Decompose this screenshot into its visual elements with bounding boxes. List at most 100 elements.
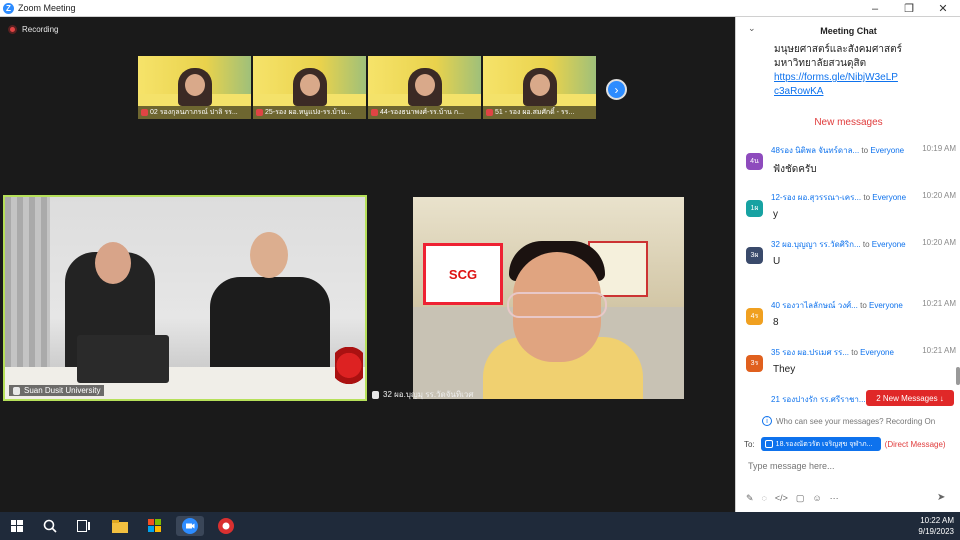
avatar: 3ผ [746, 247, 763, 264]
windows-start-icon[interactable] [7, 516, 27, 536]
recorder-icon[interactable] [216, 516, 236, 536]
mic-muted-icon [371, 109, 378, 116]
participant-face [300, 74, 320, 96]
form-link-continued[interactable]: c3aRowKA [774, 85, 954, 99]
participant-face [415, 74, 435, 96]
avatar: 4ร [746, 308, 763, 325]
clock-date: 9/19/2023 [918, 527, 954, 536]
next-page-arrow-icon[interactable]: › [606, 79, 627, 100]
speaker-1-face [95, 242, 131, 284]
recipient-label: Everyone [872, 193, 907, 202]
thumbnail-strip: 02 รองกุลนภาภรณ์ ปาลิ รร... 25-รอง ผอ.หน… [138, 56, 596, 119]
mic-muted-icon [256, 109, 263, 116]
file-icon[interactable]: ▢ [796, 493, 805, 504]
message-meta: 48รอง นิติพล จันทร์ดาล... to Everyone 10… [771, 144, 956, 157]
flower-bouquet [335, 347, 363, 393]
tile-name: Suan Dusit University [24, 386, 101, 395]
participant-thumbnail[interactable]: 44-รองธนาพงศ์-รร.บ้าน ก... [368, 56, 481, 119]
participant-face [530, 74, 550, 96]
close-button[interactable]: ✕ [926, 0, 960, 17]
restore-button[interactable]: ❐ [892, 0, 926, 17]
chat-panel: ⌄ Meeting Chat มนุษยศาสตร์และสังคมศาสตร์… [735, 17, 960, 512]
thumbnail-namebar: 51 - รอง ผอ.สมศักดิ์ - รร... [483, 106, 596, 119]
avatar: 4น [746, 153, 763, 170]
recipient-dropdown[interactable]: 18.รองณัตวรัต เจริญสุข จุฬาภ... [760, 437, 881, 451]
who-can-see-link[interactable]: i Who can see your messages? Recording O… [762, 416, 935, 426]
message-meta: 12-รอง ผอ.สุวรรณา-เคร... to Everyone 10:… [771, 191, 956, 204]
thumbnail-namebar: 02 รองกุลนภาภรณ์ ปาลิ รร... [138, 106, 251, 119]
task-view-icon[interactable] [74, 516, 94, 536]
new-messages-button[interactable]: 2 New Messages ↓ [866, 390, 954, 406]
avatar: 3ร [746, 355, 763, 372]
zoom-taskbar-icon[interactable] [176, 516, 204, 536]
thumbnail-name: 44-รองธนาพงศ์-รร.บ้าน ก... [380, 109, 464, 116]
system-clock[interactable]: 10:22 AM 9/19/2023 [918, 515, 954, 537]
participant-face [185, 74, 205, 96]
mic-muted-icon [141, 109, 148, 116]
participant-thumbnail[interactable]: 02 รองกุลนภาภรณ์ ปาลิ รร... [138, 56, 251, 119]
sender-name: 40 รองวาไลลักษณ์ วงศ์... [771, 301, 858, 310]
sender-name: 48รอง นิติพล จันทร์ดาล... [771, 146, 860, 155]
recipient-label: Everyone [871, 240, 906, 249]
screenshot-icon[interactable]: ◌ [762, 493, 767, 504]
sender-name: 21 รองปางรัก รร.ศรีราชา... [771, 395, 866, 404]
emoji-icon[interactable]: ☺ [812, 493, 821, 504]
thumbnail-namebar: 25-รอง ผอ.หนูแปง-รร.บ้าน... [253, 106, 366, 119]
message-text: 8 [773, 317, 779, 328]
message-time: 10:20 AM [920, 191, 956, 200]
sender-name: 35 รอง ผอ.ปรเมศ รร... [771, 348, 850, 357]
chat-scrollbar[interactable] [956, 367, 960, 385]
chat-title: Meeting Chat [820, 26, 877, 36]
participant-tile[interactable]: SCG [413, 197, 684, 399]
glasses [507, 292, 607, 318]
minimize-button[interactable]: – [858, 0, 892, 17]
mic-icon [13, 386, 20, 395]
message-input[interactable] [748, 457, 948, 475]
recording-indicator[interactable]: Recording [8, 25, 58, 34]
who-can-see-text: Who can see your messages? Recording On [776, 416, 936, 426]
previous-message: มนุษยศาสตร์และสังคมศาสตร์ มหาวิทยาลัยสวน… [774, 43, 954, 99]
tile-name-overlay: 32 ผอ.บุญมุ รร.วัดจันทิเวศ [372, 388, 473, 401]
message-text: y [773, 209, 778, 220]
recipient-label: Everyone [870, 146, 905, 155]
format-icon[interactable]: ✎ [746, 493, 754, 504]
chat-header: ⌄ Meeting Chat [736, 17, 960, 45]
thumbnail-name: 25-รอง ผอ.หนูแปง-รร.บ้าน... [265, 109, 352, 116]
mic-muted-icon [486, 109, 493, 116]
laptop [77, 335, 169, 383]
to-label: to [860, 301, 867, 310]
message-time: 10:19 AM [920, 144, 956, 153]
sender-name: 32 ผอ.บุญญา รร.วัดศิริก... [771, 240, 861, 249]
message-time: 10:21 AM [920, 346, 956, 355]
chat-toolbar: ✎ ◌ </> ▢ ☺ ⋯ [746, 493, 839, 504]
recipient-label: Everyone [869, 301, 903, 310]
message-time: 10:20 AM [920, 238, 956, 247]
search-icon[interactable] [40, 516, 60, 536]
window-titlebar: Z Zoom Meeting – ❐ ✕ [0, 0, 960, 17]
message-meta: 40 รองวาไลลักษณ์ วงศ์... to Everyone 10:… [771, 299, 956, 312]
thumbnail-namebar: 44-รองธนาพงศ์-รร.บ้าน ก... [368, 106, 481, 119]
mic-icon [372, 390, 379, 399]
active-speaker-tile[interactable]: Suan Dusit University [3, 195, 367, 401]
recipient-name: 18.รองณัตวรัต เจริญสุข จุฬาภ... [775, 440, 873, 448]
recipient-row: To: 18.รองณัตวรัต เจริญสุข จุฬาภ... (Dir… [744, 437, 946, 451]
to-label: to [863, 193, 871, 202]
file-explorer-icon[interactable] [110, 516, 130, 536]
message-text: U [773, 256, 781, 267]
previous-message-text: มนุษยศาสตร์และสังคมศาสตร์ มหาวิทยาลัยสวน… [774, 44, 902, 69]
to-label: To: [744, 439, 755, 449]
person-icon [764, 440, 773, 448]
to-label: to [851, 348, 858, 357]
participant-thumbnail[interactable]: 25-รอง ผอ.หนูแปง-รร.บ้าน... [253, 56, 366, 119]
to-label: to [861, 146, 869, 155]
participant-thumbnail[interactable]: 51 - รอง ผอ.สมศักดิ์ - รร... [483, 56, 596, 119]
new-messages-divider: New messages [814, 117, 883, 128]
form-link[interactable]: https://forms.gle/NibjW3eLP [774, 71, 954, 85]
code-icon[interactable]: </> [775, 493, 788, 504]
more-icon[interactable]: ⋯ [830, 493, 839, 504]
send-icon[interactable]: ➤ [937, 492, 945, 503]
recording-label: Recording [22, 25, 59, 34]
thumbnail-name: 02 รองกุลนภาภรณ์ ปาลิ รร... [150, 109, 238, 116]
zoom-logo-icon: Z [3, 2, 14, 14]
store-icon[interactable] [145, 516, 165, 536]
